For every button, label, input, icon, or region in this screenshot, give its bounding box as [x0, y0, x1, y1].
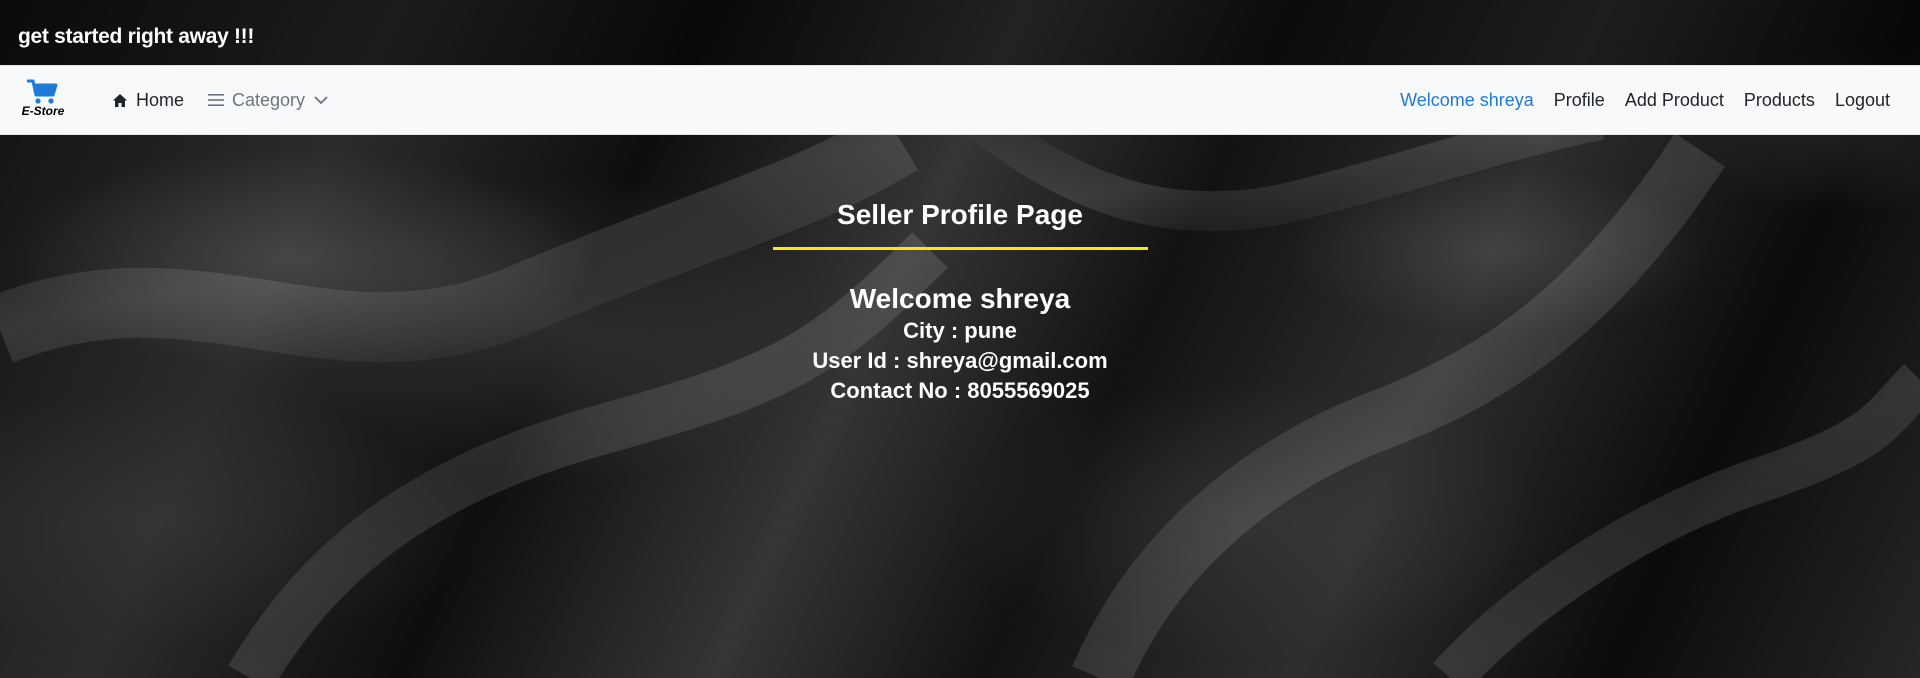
profile-welcome-heading: Welcome shreya	[849, 283, 1071, 314]
nav-category-dropdown[interactable]: Category	[208, 90, 328, 111]
nav-profile-link[interactable]: Profile	[1554, 90, 1605, 111]
nav-add-product-link[interactable]: Add Product	[1625, 90, 1724, 111]
top-navbar: E-Store Home Category Welcome shreya Pro…	[0, 65, 1920, 135]
nav-home-label: Home	[136, 89, 185, 110]
chevron-down-icon	[314, 95, 328, 105]
title-underline-divider	[772, 247, 1148, 250]
profile-contact-number: Contact No : 8055569025	[830, 378, 1090, 403]
nav-right-links: Welcome shreya Profile Add Product Produ…	[1380, 66, 1890, 134]
nav-welcome-text: Welcome shreya	[1400, 89, 1534, 110]
nav-logout-link[interactable]: Logout	[1835, 90, 1890, 111]
hamburger-icon	[208, 92, 225, 108]
seller-profile-section: Seller Profile Page Welcome shreya City …	[0, 195, 1920, 406]
marquee-text: get started right away !!!	[18, 25, 255, 48]
nav-category-label: Category	[232, 89, 306, 110]
announcement-marquee: get started right away !!!	[0, 0, 1920, 65]
nav-products-link[interactable]: Products	[1744, 90, 1815, 111]
home-icon	[112, 93, 128, 108]
nav-home-link[interactable]: Home	[112, 90, 184, 111]
shopping-cart-icon	[27, 79, 58, 104]
page-title: Seller Profile Page	[837, 199, 1083, 230]
brand-text: E-Store	[21, 104, 65, 118]
brand-logo-link[interactable]: E-Store	[18, 78, 68, 124]
nav-left-links: Home Category	[112, 66, 352, 134]
profile-city: City : pune	[903, 318, 1017, 343]
profile-user-id: User Id : shreya@gmail.com	[812, 348, 1108, 373]
